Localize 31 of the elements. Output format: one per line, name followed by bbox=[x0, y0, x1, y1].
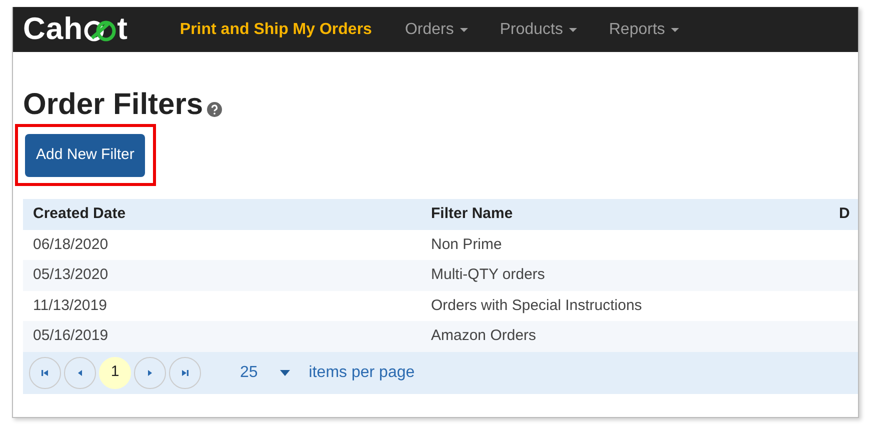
logo-text: t bbox=[117, 10, 128, 48]
table-cell-text: Non Prime bbox=[431, 234, 503, 254]
table-cell-text: 05/13/2020 bbox=[32, 265, 110, 285]
logo-text: Cah bbox=[23, 10, 84, 48]
table-cell-text: 06/18/2020 bbox=[32, 234, 110, 254]
table-cell-text: 05/16/2019 bbox=[32, 326, 110, 346]
page-size-dropdown[interactable]: 25 bbox=[234, 356, 296, 388]
help-icon[interactable] bbox=[207, 102, 222, 117]
caret-icon bbox=[280, 370, 290, 376]
nav-menu[interactable]: Orders bbox=[404, 18, 468, 42]
caret-icon bbox=[568, 28, 577, 32]
page-title: Order Filters bbox=[23, 88, 204, 121]
table-cell-text: Multi-QTY orders bbox=[431, 265, 546, 285]
table-cell-text: Orders with Special Instructions bbox=[431, 296, 643, 316]
first-page-button[interactable] bbox=[29, 356, 61, 388]
page-button[interactable]: 1 bbox=[99, 356, 131, 388]
nav-menu[interactable]: Products bbox=[500, 18, 577, 42]
add-filter-button[interactable]: Add New Filter bbox=[25, 134, 146, 176]
items-per-page-label: items per page bbox=[308, 362, 415, 382]
nav-menu[interactable]: Reports bbox=[608, 18, 680, 42]
column-header: D bbox=[839, 204, 850, 224]
caret-icon bbox=[460, 28, 468, 32]
caret-icon bbox=[671, 28, 680, 32]
column-header: Created Date bbox=[32, 204, 127, 224]
column-header: Filter Name bbox=[431, 204, 514, 224]
last-page-button[interactable] bbox=[169, 356, 201, 388]
brand-link[interactable]: Print and Ship My Orders bbox=[180, 18, 372, 42]
table-cell-text: Amazon Orders bbox=[431, 326, 538, 346]
first-page-icon bbox=[40, 368, 50, 378]
table-cell-text: 11/13/2019 bbox=[32, 296, 108, 316]
last-page-icon bbox=[180, 368, 190, 378]
